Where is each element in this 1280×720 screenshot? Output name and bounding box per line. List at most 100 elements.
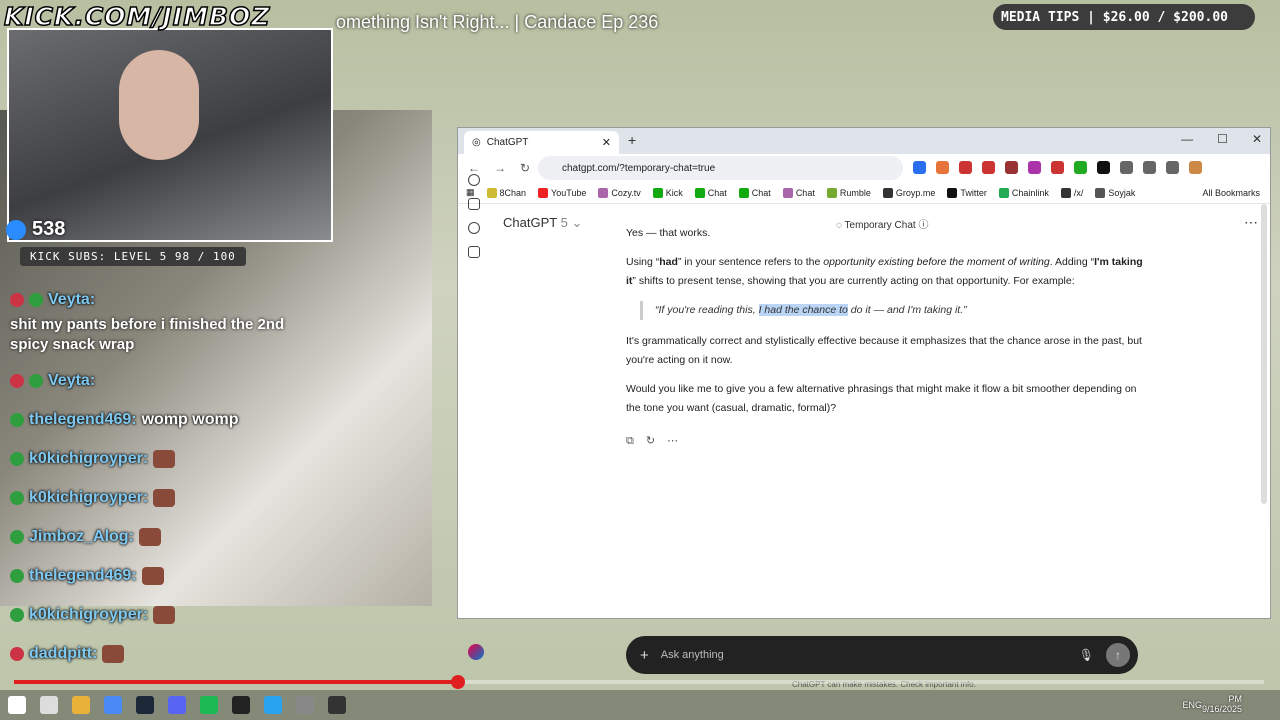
media-tips-banner: MEDIA TIPS | $26.00 / $200.00	[993, 4, 1255, 30]
streamer-webcam	[7, 28, 333, 242]
library-icon[interactable]	[468, 246, 480, 258]
bookmark[interactable]: Cozy.tv	[598, 187, 641, 198]
chat-line: thelegend469: womp womp	[0, 400, 432, 439]
copy-icon[interactable]: ⧉	[626, 432, 634, 451]
channel-brand: KICK.COM/JIMBOZ	[3, 1, 271, 32]
minimize-button[interactable]: —	[1181, 132, 1193, 146]
bookmark[interactable]: Soyjak	[1095, 187, 1135, 198]
emote-icon	[141, 566, 164, 585]
badge-icon	[10, 568, 24, 583]
sidebar-rail	[468, 174, 482, 270]
regenerate-icon[interactable]: ↻	[646, 432, 655, 451]
model-selector[interactable]: ChatGPT 5 ⌄	[503, 215, 582, 231]
extension-icon[interactable]	[1097, 161, 1110, 174]
extension-icon[interactable]	[936, 161, 949, 174]
close-tab-icon[interactable]: ✕	[602, 136, 611, 149]
extension-icon[interactable]	[1028, 161, 1041, 174]
selected-text: I had the chance to	[758, 304, 848, 316]
bookmark[interactable]: /x/	[1060, 187, 1083, 198]
url-bar[interactable]: chatgpt.com/?temporary-chat=true	[538, 156, 903, 180]
chat-line: k0kichigroyper:	[0, 439, 432, 478]
badge-icon	[10, 412, 24, 427]
more-options-icon[interactable]: ⋯	[1244, 214, 1258, 231]
prompt-input[interactable]: Ask anything	[661, 649, 724, 661]
steam-icon[interactable]	[136, 696, 154, 714]
obs-icon[interactable]	[328, 696, 346, 714]
bookmark[interactable]: Chat	[694, 187, 727, 198]
chrome-icon[interactable]	[104, 696, 122, 714]
chat-line: k0kichigroyper:	[0, 478, 432, 517]
forward-icon[interactable]: →	[494, 161, 506, 175]
video-title: omething Isn't Right... | Candace Ep 236	[336, 12, 659, 32]
bookmark[interactable]: Rumble	[826, 187, 871, 198]
bookmark[interactable]: 8Chan	[486, 187, 526, 198]
prompt-composer[interactable]: + Ask anything 🎙 ↑	[626, 636, 1138, 674]
back-icon[interactable]: ←	[468, 161, 480, 175]
taskbar	[0, 690, 1280, 720]
badge-icon	[29, 373, 43, 388]
badge-icon	[10, 529, 24, 544]
bookmarks-bar: ▦ 8Chan YouTube Cozy.tv Kick Chat Chat C…	[458, 182, 1270, 204]
extension-icon[interactable]	[959, 161, 972, 174]
bookmark[interactable]: Chainlink	[998, 187, 1049, 198]
spotify-icon[interactable]	[200, 696, 218, 714]
extension-icon[interactable]	[982, 161, 995, 174]
discord-icon[interactable]	[168, 696, 186, 714]
extension-icon[interactable]	[1143, 161, 1156, 174]
badge-icon	[10, 490, 24, 505]
clock-time[interactable]: PM	[1202, 694, 1243, 704]
bookmark[interactable]: Chat	[782, 187, 815, 198]
extension-icon[interactable]	[1051, 161, 1064, 174]
progress-knob[interactable]	[450, 675, 465, 689]
bookmark[interactable]: Kick	[652, 187, 683, 198]
bookmark[interactable]: Groyp.me	[882, 187, 935, 198]
profile-avatar[interactable]	[1189, 161, 1202, 174]
extension-icon[interactable]	[1074, 161, 1087, 174]
openai-icon: ◎	[472, 137, 481, 148]
openai-logo-icon[interactable]	[468, 174, 480, 186]
emote-icon	[153, 605, 176, 624]
stream-chat: Veyta: shit my pants before i finished t…	[0, 280, 432, 673]
chatgpt-app: ChatGPT 5 ⌄ ◌ Temporary Chat ⓘ ⋯ Yes — t…	[458, 174, 1270, 689]
close-window-button[interactable]: ✕	[1252, 132, 1262, 146]
telegram-icon[interactable]	[264, 696, 282, 714]
new-chat-icon[interactable]	[468, 198, 480, 210]
assistant-message: Yes — that works. Using “had” in your se…	[626, 224, 1146, 451]
all-bookmarks[interactable]: All Bookmarks	[1202, 188, 1260, 198]
bookmark[interactable]: Twitter	[947, 187, 987, 198]
viewer-count: 538	[6, 218, 65, 241]
extension-icon[interactable]	[1166, 161, 1179, 174]
tab-chatgpt[interactable]: ◎ ChatGPT ✕	[464, 131, 619, 154]
windows-start-icon[interactable]	[8, 696, 26, 714]
extension-icon[interactable]	[1120, 161, 1133, 174]
badge-icon	[10, 292, 24, 307]
new-tab-button[interactable]: +	[628, 132, 636, 148]
add-attachment-icon[interactable]: +	[640, 647, 649, 664]
extension-icon[interactable]	[1005, 161, 1018, 174]
chat-line: k0kichigroyper:	[0, 595, 432, 634]
search-icon[interactable]	[468, 222, 480, 234]
clock-date[interactable]: 9/16/2025	[1202, 704, 1242, 714]
scrollbar[interactable]	[1261, 204, 1267, 504]
app-icon[interactable]	[296, 696, 314, 714]
maximize-button[interactable]: ☐	[1217, 132, 1228, 146]
chat-message: shit my pants before i finished the 2nd …	[10, 316, 285, 353]
user-avatar[interactable]	[468, 644, 484, 660]
badge-icon	[10, 607, 24, 622]
emote-icon	[102, 644, 125, 663]
bookmark[interactable]: YouTube	[538, 187, 586, 198]
language-indicator[interactable]: ENG	[1182, 700, 1202, 710]
extension-icon[interactable]	[913, 161, 926, 174]
badge-icon	[10, 373, 24, 388]
video-progress-bar[interactable]	[14, 675, 1264, 689]
bookmark[interactable]: Chat	[738, 187, 771, 198]
more-actions-icon[interactable]: ⋯	[667, 432, 678, 451]
chat-line: daddpitt:	[0, 634, 432, 673]
reload-icon[interactable]: ↻	[520, 161, 530, 175]
play-icon[interactable]	[40, 696, 58, 714]
file-explorer-icon[interactable]	[72, 696, 90, 714]
mic-icon[interactable]: 🎙	[1079, 648, 1094, 662]
terminal-icon[interactable]	[232, 696, 250, 714]
send-button[interactable]: ↑	[1106, 643, 1130, 667]
extensions-bar	[913, 161, 1202, 174]
